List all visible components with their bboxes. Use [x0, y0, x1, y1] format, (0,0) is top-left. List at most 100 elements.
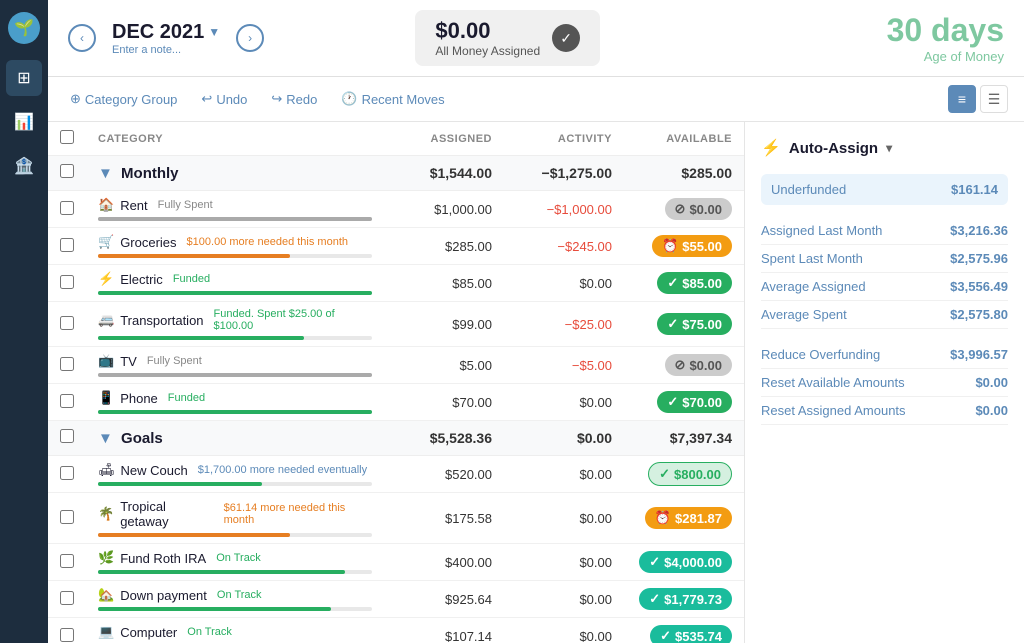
action-label[interactable]: Reset Available Amounts	[761, 375, 905, 390]
badge-icon: ✓	[649, 554, 660, 570]
recent-moves-label: Recent Moves	[362, 92, 445, 107]
cat-name-text[interactable]: New Couch	[121, 463, 188, 478]
cat-name-text[interactable]: Tropical getaway	[120, 499, 213, 529]
cat-available-cell: ✓ $70.00	[624, 384, 744, 421]
group-arrow-icon[interactable]: ▼	[98, 430, 113, 447]
badge-icon: ✓	[667, 316, 678, 332]
available-badge[interactable]: ✓ $85.00	[657, 272, 732, 294]
group-checkbox-cell	[48, 156, 86, 191]
available-badge[interactable]: ⏰ $281.87	[645, 507, 732, 529]
cat-assigned-amount[interactable]: $175.58	[384, 493, 504, 544]
cat-assigned-amount[interactable]: $925.64	[384, 581, 504, 618]
add-category-group-button[interactable]: ⊕ Category Group	[64, 87, 183, 111]
group-arrow-icon[interactable]: ▼	[98, 165, 113, 182]
cat-name-text[interactable]: Fund Roth IRA	[120, 551, 206, 566]
action-label[interactable]: Reset Assigned Amounts	[761, 403, 906, 418]
cat-name-text[interactable]: Phone	[120, 391, 158, 406]
age-of-money: 30 days Age of Money	[887, 12, 1004, 64]
cat-assigned-amount[interactable]: $520.00	[384, 456, 504, 493]
toolbar: ⊕ Category Group ↩ Undo ↪ Redo 🕐 Recent …	[48, 77, 1024, 122]
undo-button[interactable]: ↩ Undo	[195, 87, 253, 111]
action-row: Reset Assigned Amounts $0.00	[761, 397, 1008, 425]
available-badge[interactable]: ⊘ $0.00	[665, 354, 732, 376]
cat-checkbox[interactable]	[60, 591, 74, 605]
month-dropdown[interactable]: ▼	[208, 25, 220, 39]
cat-checkbox[interactable]	[60, 554, 74, 568]
cat-checkbox[interactable]	[60, 357, 74, 371]
progress-bar-wrap	[98, 291, 372, 295]
sidebar-item-bank[interactable]: 🏦	[6, 148, 42, 184]
progress-bar	[98, 533, 290, 537]
cat-checkbox[interactable]	[60, 628, 74, 642]
cat-assigned-amount[interactable]: $85.00	[384, 265, 504, 302]
available-badge[interactable]: ✓ $535.74	[650, 625, 732, 643]
cat-checkbox[interactable]	[60, 316, 74, 330]
assigned-check-icon: ✓	[552, 24, 580, 52]
list-view-button[interactable]: ≡	[948, 85, 976, 113]
cat-subtitle: $100.00 more needed this month	[187, 236, 348, 248]
sidebar-logo[interactable]: 🌱	[8, 12, 40, 44]
available-badge[interactable]: ✓ $70.00	[657, 391, 732, 413]
available-badge[interactable]: ✓ $4,000.00	[639, 551, 732, 573]
underfunded-row[interactable]: Underfunded $161.14	[761, 174, 1008, 205]
grid-view-button[interactable]: ☰	[980, 85, 1008, 113]
cat-checkbox[interactable]	[60, 466, 74, 480]
table-row: 🏠 Rent Fully Spent $1,000.00 −$1,000.00 …	[48, 191, 744, 228]
sidebar-item-chart[interactable]: 📊	[6, 104, 42, 140]
cat-name-text[interactable]: Rent	[120, 198, 147, 213]
stat-label[interactable]: Assigned Last Month	[761, 223, 882, 238]
sidebar-item-home[interactable]: ⊞	[6, 60, 42, 96]
action-label[interactable]: Reduce Overfunding	[761, 347, 880, 362]
cat-assigned-amount[interactable]: $400.00	[384, 544, 504, 581]
cat-checkbox[interactable]	[60, 238, 74, 252]
next-month-button[interactable]: ›	[236, 24, 264, 52]
cat-assigned-amount[interactable]: $1,000.00	[384, 191, 504, 228]
redo-button[interactable]: ↪ Redo	[265, 87, 323, 111]
cat-name-text[interactable]: Down payment	[120, 588, 207, 603]
auto-assign-chevron[interactable]: ▾	[886, 141, 892, 155]
available-badge[interactable]: ✓ $1,779.73	[639, 588, 732, 610]
cat-info-cell: 📺 TV Fully Spent	[86, 347, 384, 384]
cat-name-text[interactable]: Groceries	[120, 235, 176, 250]
action-value: $0.00	[975, 375, 1008, 390]
cat-info-cell: 🚐 Transportation Funded. Spent $25.00 of…	[86, 302, 384, 347]
cat-assigned-amount[interactable]: $5.00	[384, 347, 504, 384]
undo-label: Undo	[216, 92, 247, 107]
available-badge[interactable]: ✓ $800.00	[648, 462, 732, 486]
available-badge[interactable]: ⏰ $55.00	[652, 235, 732, 257]
cat-icon: 🏡	[98, 587, 114, 603]
assigned-info: $0.00 All Money Assigned	[435, 18, 540, 58]
cat-checkbox[interactable]	[60, 275, 74, 289]
cat-activity-amount: $0.00	[504, 544, 624, 581]
cat-name-text[interactable]: Computer	[120, 625, 177, 640]
group-name: Monthly	[121, 165, 179, 182]
cat-assigned-amount[interactable]: $70.00	[384, 384, 504, 421]
cat-checkbox[interactable]	[60, 201, 74, 215]
cat-subtitle: Funded. Spent $25.00 of $100.00	[214, 308, 372, 332]
stat-label[interactable]: Average Assigned	[761, 279, 866, 294]
stat-label[interactable]: Spent Last Month	[761, 251, 863, 266]
stat-label[interactable]: Average Spent	[761, 307, 847, 322]
available-badge[interactable]: ⊘ $0.00	[665, 198, 732, 220]
cat-assigned-amount[interactable]: $285.00	[384, 228, 504, 265]
right-panel: ⚡ Auto-Assign ▾ Underfunded $161.14 Assi…	[744, 122, 1024, 643]
cat-name-text[interactable]: TV	[120, 354, 137, 369]
redo-label: Redo	[286, 92, 317, 107]
cat-assigned-amount[interactable]: $107.14	[384, 618, 504, 643]
select-all-checkbox[interactable]	[60, 130, 74, 144]
cat-activity-amount: $0.00	[504, 384, 624, 421]
recent-moves-button[interactable]: 🕐 Recent Moves	[335, 87, 450, 111]
cat-assigned-amount[interactable]: $99.00	[384, 302, 504, 347]
cat-name-text[interactable]: Electric	[120, 272, 163, 287]
cat-checkbox[interactable]	[60, 510, 74, 524]
note-field[interactable]: Enter a note...	[112, 44, 220, 56]
group-checkbox[interactable]	[60, 164, 74, 178]
cat-checkbox[interactable]	[60, 394, 74, 408]
prev-month-button[interactable]: ‹	[68, 24, 96, 52]
cat-checkbox-cell	[48, 618, 86, 643]
cat-activity-amount: $0.00	[504, 456, 624, 493]
group-checkbox[interactable]	[60, 429, 74, 443]
available-badge[interactable]: ✓ $75.00	[657, 313, 732, 335]
cat-info-cell: 🏠 Rent Fully Spent	[86, 191, 384, 228]
cat-name-text[interactable]: Transportation	[120, 313, 203, 328]
